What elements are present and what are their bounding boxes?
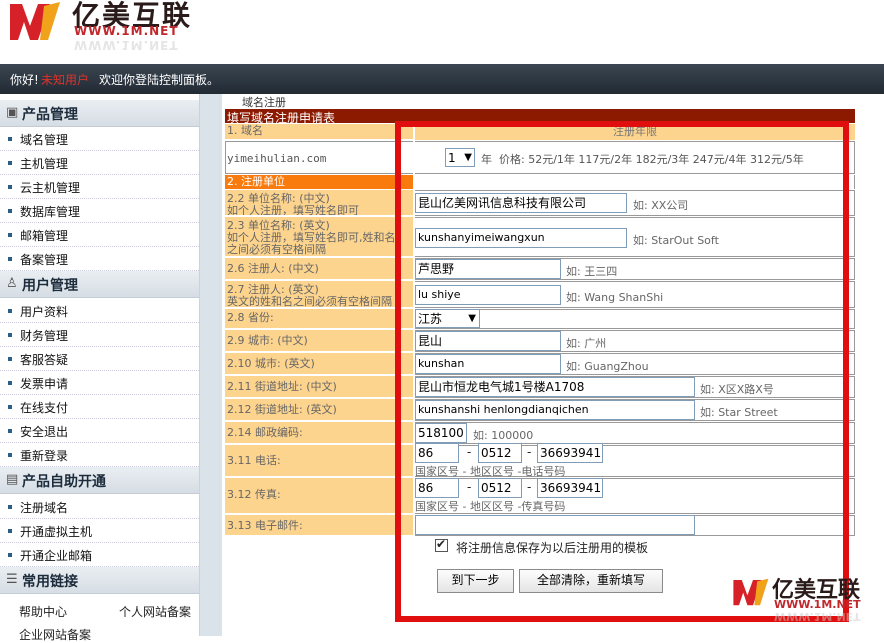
sidebar-item-label: 注册域名 — [20, 501, 69, 515]
city-cn-label: 2.9 城市: (中文) — [225, 330, 413, 352]
sidebar-item-label: 开通企业邮箱 — [20, 549, 93, 563]
list-icon: ☰ — [6, 572, 18, 587]
sidebar-item-database[interactable]: 数据库管理 — [0, 199, 199, 223]
brand-url: WWW.1M.NET — [74, 24, 179, 38]
sidebar-item-label: 在线支付 — [20, 401, 69, 415]
bullet-icon — [8, 357, 12, 361]
sidebar-item-label: 发票申请 — [20, 377, 69, 391]
sidebar-item-payment[interactable]: 在线支付 — [0, 395, 199, 419]
domain-name: yimeihulian.com — [227, 152, 327, 165]
product-icon: ▣ — [6, 105, 19, 120]
bullet-icon — [8, 453, 12, 457]
sidebar-section-title: 用户管理 — [22, 278, 78, 294]
sidebar-item-support[interactable]: 客服答疑 — [0, 347, 199, 371]
bullet-icon — [8, 553, 12, 557]
zip-label: 2.14 邮政编码: — [225, 422, 413, 444]
sidebar-item-host[interactable]: 主机管理 — [0, 151, 199, 175]
watermark-logo-icon — [733, 578, 769, 606]
reg-en-label: 2.7 注册人: (英文) 英文的姓和名之间必须有空格间隔 — [225, 281, 413, 308]
bullet-icon — [8, 333, 12, 337]
sidebar-section-title: 产品自助开通 — [22, 474, 106, 490]
sidebar-section-title: 常用链接 — [22, 574, 78, 590]
addr-cn-label: 2.11 街道地址: (中文) — [225, 376, 413, 398]
bullet-icon — [8, 233, 12, 237]
city-en-label: 2.10 城市: (英文) — [225, 353, 413, 375]
self-service-icon: ▤ — [6, 472, 19, 487]
sidebar-section-user[interactable]: ♙ 用户管理 — [0, 271, 199, 298]
province-label: 2.8 省份: — [225, 309, 413, 329]
sidebar-item-label: 数据库管理 — [20, 205, 81, 219]
link-help-center[interactable]: 帮助中心 — [19, 603, 67, 620]
welcome-hello: 你好! — [10, 73, 39, 87]
header: 亿美互联 WWW.1M.NET WWW.1M.NET — [0, 0, 884, 64]
sidebar-item-label: 主机管理 — [20, 157, 69, 171]
bullet-icon — [8, 309, 12, 313]
user-icon: ♙ — [6, 276, 18, 291]
highlight-box — [395, 121, 849, 622]
section2-label: 2. 注册单位 — [225, 175, 413, 189]
sidebar-section-self-service[interactable]: ▤ 产品自助开通 — [0, 467, 199, 494]
email-label: 3.13 电子邮件: — [225, 515, 413, 536]
sidebar-item-icp[interactable]: 备案管理 — [0, 247, 199, 271]
sidebar-item-cloud[interactable]: 云主机管理 — [0, 175, 199, 199]
sidebar-item-label: 重新登录 — [20, 449, 69, 463]
sidebar-item-label: 用户资料 — [20, 305, 69, 319]
org-cn-label: 2.2 单位名称: (中文) 如个人注册，填写姓名即可 — [225, 190, 413, 216]
welcome-bar: 你好! 未知用户 欢迎你登陆控制面板。 — [0, 64, 884, 94]
sidebar-section-title: 产品管理 — [22, 107, 78, 123]
sidebar-item-label: 邮箱管理 — [20, 229, 69, 243]
sidebar-item-label: 域名管理 — [20, 133, 69, 147]
bullet-icon — [8, 429, 12, 433]
sidebar-gutter — [200, 94, 222, 636]
sidebar-section-product[interactable]: ▣ 产品管理 — [0, 100, 199, 127]
welcome-message: 欢迎你登陆控制面板。 — [99, 73, 220, 87]
col-domain-header: 1. 域名 — [225, 124, 413, 140]
breadcrumb: 域名注册 — [242, 96, 286, 109]
sidebar-item-invoice[interactable]: 发票申请 — [0, 371, 199, 395]
bullet-icon — [8, 161, 12, 165]
sidebar-item-register-domain[interactable]: 注册域名 — [0, 495, 199, 519]
sidebar-item-label: 备案管理 — [20, 253, 69, 267]
sidebar-item-profile[interactable]: 用户资料 — [0, 299, 199, 323]
bullet-icon — [8, 257, 12, 261]
bullet-icon — [8, 405, 12, 409]
sidebar-item-finance[interactable]: 财务管理 — [0, 323, 199, 347]
sidebar-item-open-host[interactable]: 开通虚拟主机 — [0, 519, 199, 543]
bullet-icon — [8, 529, 12, 533]
brand-logo-icon — [10, 2, 60, 40]
sidebar-item-relogin[interactable]: 重新登录 — [0, 443, 199, 467]
reg-cn-label: 2.6 注册人: (中文) — [225, 258, 413, 280]
sidebar-item-domain[interactable]: 域名管理 — [0, 127, 199, 151]
bullet-icon — [8, 381, 12, 385]
bullet-icon — [8, 505, 12, 509]
bullet-icon — [8, 185, 12, 189]
sidebar-item-mail[interactable]: 邮箱管理 — [0, 223, 199, 247]
phone-label: 3.11 电话: — [225, 445, 413, 477]
sidebar: ▣ 产品管理 域名管理 主机管理 云主机管理 数据库管理 邮箱管理 备案管理 ♙… — [0, 94, 200, 642]
welcome-user[interactable]: 未知用户 — [41, 71, 89, 88]
org-en-label: 2.3 单位名称: (英文) 如个人注册，填写姓名即可,姓和名 之间必须有空格间… — [225, 217, 413, 257]
bullet-icon — [8, 209, 12, 213]
brand-url-reflection: WWW.1M.NET — [74, 38, 179, 52]
sidebar-item-label: 客服答疑 — [20, 353, 69, 367]
sidebar-section-links[interactable]: ☰ 常用链接 — [0, 567, 199, 594]
watermark: 亿美互联 WWW.1M.NET WWW.1M.NET — [732, 574, 882, 634]
sidebar-item-label: 财务管理 — [20, 329, 69, 343]
addr-en-label: 2.12 街道地址: (英文) — [225, 399, 413, 421]
watermark-url-reflection: WWW.1M.NET — [774, 610, 861, 623]
sidebar-item-label: 开通虚拟主机 — [20, 525, 93, 539]
fax-label: 3.12 传真: — [225, 478, 413, 514]
sidebar-item-label: 安全退出 — [20, 425, 69, 439]
sidebar-item-logout[interactable]: 安全退出 — [0, 419, 199, 443]
link-personal-icp[interactable]: 个人网站备案 — [119, 603, 191, 620]
sidebar-item-label: 云主机管理 — [20, 181, 81, 195]
sidebar-item-open-mail[interactable]: 开通企业邮箱 — [0, 543, 199, 567]
link-company-icp[interactable]: 企业网站备案 — [19, 626, 91, 643]
bullet-icon — [8, 137, 12, 141]
